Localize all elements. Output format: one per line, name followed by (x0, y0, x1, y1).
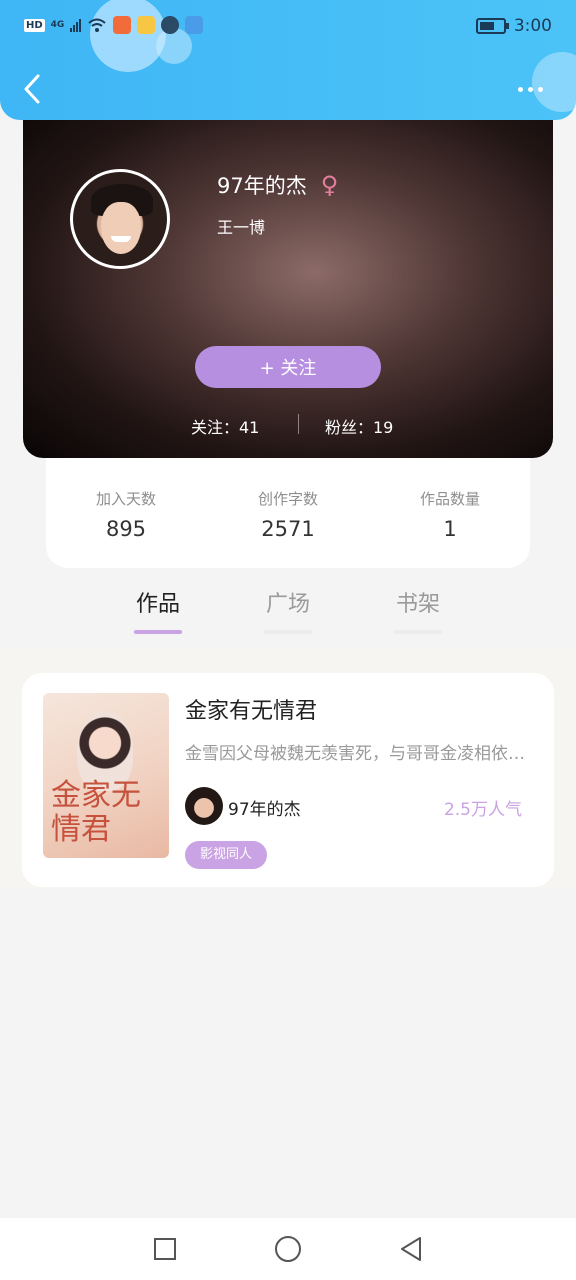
stats-card: 加入天数 895 创作字数 2571 作品数量 1 (46, 458, 530, 568)
tab-label: 作品 (135, 592, 180, 617)
weibo-icon (137, 16, 156, 34)
stat-join-days: 加入天数 895 (46, 488, 206, 541)
more-options-icon[interactable] (518, 82, 552, 96)
stat-label: 创作字数 (257, 490, 318, 508)
home-icon[interactable] (275, 1236, 301, 1262)
back-arrow-icon[interactable] (18, 72, 48, 106)
back-icon[interactable] (398, 1236, 424, 1262)
follow-button[interactable]: + 关注 (195, 346, 381, 388)
book-cover[interactable]: 金家无情君 (43, 693, 169, 858)
status-right: 3:00 (475, 16, 552, 36)
stat-value: 1 (443, 517, 457, 541)
profile-subname: 王一博 (217, 218, 266, 237)
status-left: HD 4G (24, 16, 204, 34)
tab-works[interactable]: 作品 (118, 586, 198, 634)
work-card[interactable]: 金家无情君 金家有无情君 金雪因父母被魏无羡害死，与哥哥金凌相依为命 97年的杰… (22, 673, 554, 887)
work-description: 金雪因父母被魏无羡害死，与哥哥金凌相依为命 (185, 744, 537, 764)
stat-label: 加入天数 (95, 490, 156, 508)
tab-square[interactable]: 广场 (248, 586, 328, 634)
following-count[interactable]: 关注：41 (191, 414, 259, 438)
profile-username: 97年的杰 ♀ (217, 170, 338, 200)
wifi-icon (88, 18, 106, 32)
tab-indicator (134, 630, 182, 634)
clock: 3:00 (513, 16, 552, 36)
system-nav-bar (0, 1218, 576, 1280)
content-tabs: 作品 广场 书架 (0, 586, 576, 646)
signal-icon (70, 18, 82, 32)
avatar[interactable] (70, 169, 170, 269)
author-name: 97年的杰 (228, 800, 301, 820)
tab-indicator (394, 630, 442, 634)
stat-value: 2571 (261, 517, 315, 541)
battery-icon (475, 18, 509, 34)
browser-icon (161, 16, 180, 34)
send-icon (185, 16, 204, 34)
username-text: 97年的杰 (217, 174, 307, 198)
stat-word-count: 创作字数 2571 (208, 488, 368, 541)
social-stats: 关注：41 粉丝：19 (23, 410, 553, 438)
fans-count[interactable]: 粉丝：19 (325, 414, 393, 438)
author-avatar (185, 787, 223, 825)
network-type: 4G (50, 20, 65, 30)
status-bar: HD 4G 3:00 (0, 0, 576, 52)
female-icon: ♀ (320, 171, 339, 199)
tab-bookshelf[interactable]: 书架 (378, 586, 458, 634)
stat-label: 作品数量 (419, 490, 480, 508)
popularity-count: 2.5万人气 (443, 800, 522, 820)
profile-banner: 97年的杰 ♀ 王一博 + 关注 关注：41 粉丝：19 (23, 120, 553, 458)
tab-label: 广场 (265, 592, 310, 617)
tab-label: 书架 (395, 592, 440, 617)
genre-tag[interactable]: 影视同人 (185, 841, 268, 869)
cover-title: 金家无情君 (51, 778, 141, 847)
hd-indicator: HD (24, 18, 45, 32)
divider (298, 414, 299, 434)
stat-value: 895 (105, 517, 147, 541)
work-title[interactable]: 金家有无情君 (185, 693, 317, 725)
recent-apps-icon[interactable] (154, 1238, 176, 1260)
stat-works-count: 作品数量 1 (370, 488, 530, 541)
tab-indicator (264, 630, 312, 634)
app-notification-icon (113, 16, 132, 34)
